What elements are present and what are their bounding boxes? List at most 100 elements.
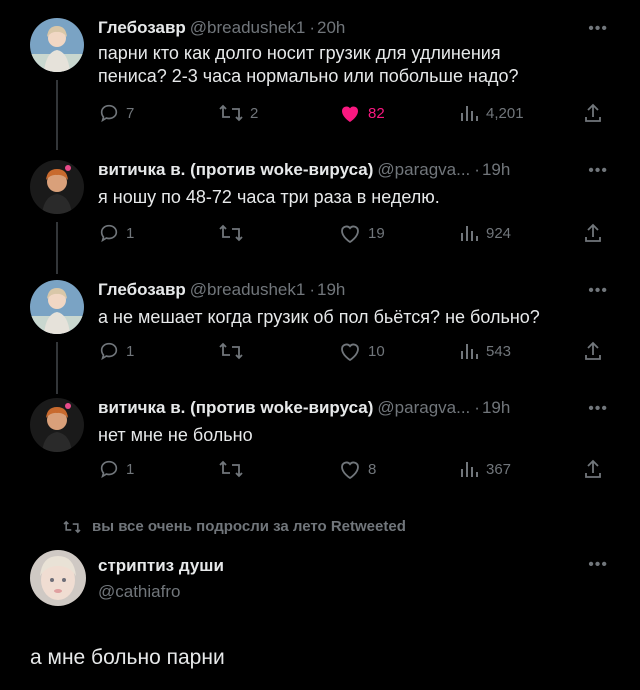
heart-icon: [341, 461, 359, 480]
retweeted-by-label[interactable]: вы все очень подросли за лето Retweeted: [62, 518, 406, 535]
more-dots-icon[interactable]: •••: [588, 556, 608, 574]
separator: ·: [309, 280, 316, 299]
display-name[interactable]: витичка в. (против woke-вируса): [98, 398, 373, 417]
like-button[interactable]: 82: [338, 102, 385, 124]
user-handle[interactable]: @paragva...: [377, 160, 470, 179]
avatar[interactable]: [30, 280, 84, 334]
thread-line: [56, 342, 58, 394]
view-count: 543: [486, 342, 512, 360]
user-handle[interactable]: @breadushek1: [190, 18, 306, 37]
display-name[interactable]: стриптиз души: [98, 556, 224, 575]
tweet-text: а не мешает когда грузик об пол бьётся? …: [98, 306, 540, 329]
action-bar: 1 8 367: [98, 458, 618, 482]
display-name[interactable]: Глебозавр: [98, 18, 186, 37]
more-dots-icon[interactable]: •••: [588, 162, 608, 180]
user-handle[interactable]: @breadushek1: [190, 280, 306, 299]
reply-button[interactable]: 7: [98, 102, 134, 124]
avatar-image-icon: [30, 160, 84, 214]
retweet-button[interactable]: 2: [218, 102, 258, 124]
views-button[interactable]: 543: [458, 340, 511, 362]
user-handle[interactable]: @paragva...: [377, 398, 470, 417]
retweet-icon: [219, 224, 243, 242]
like-count: 10: [368, 342, 385, 360]
share-icon: [585, 103, 601, 122]
thread-line: [56, 222, 58, 274]
share-button[interactable]: [582, 222, 610, 244]
timestamp[interactable]: 19h: [482, 398, 510, 417]
like-count: 82: [368, 104, 385, 122]
heart-icon: [341, 225, 359, 244]
more-dots-icon[interactable]: •••: [588, 400, 608, 418]
display-name[interactable]: витичка в. (против woke-вируса): [98, 160, 373, 179]
separator: ·: [474, 398, 480, 417]
heart-icon: [341, 343, 359, 362]
avatar[interactable]: [30, 160, 84, 214]
tweet-text: я ношу по 48-72 часа три раза в неделю.: [98, 186, 440, 209]
like-count: 8: [368, 460, 377, 478]
more-dots-icon[interactable]: •••: [588, 20, 608, 38]
views-button[interactable]: 4,201: [458, 102, 524, 124]
separator: ·: [474, 160, 480, 179]
share-icon: [585, 223, 601, 242]
retweet-button[interactable]: [218, 458, 250, 480]
avatar[interactable]: [30, 18, 84, 72]
tweet-text-line: я ношу по 48-72 часа три раза в неделю.: [98, 187, 440, 207]
views-button[interactable]: 367: [458, 458, 511, 480]
reply-button[interactable]: 1: [98, 222, 134, 244]
reply-icon: [100, 342, 118, 361]
reply-icon: [100, 224, 118, 243]
reply-count: 1: [126, 342, 135, 360]
retweet-button[interactable]: [218, 340, 250, 362]
more-dots-icon[interactable]: •••: [588, 282, 608, 300]
tweet-text-line: пениса? 2-3 часа нормально или побольше …: [98, 66, 519, 86]
tweet-header: Глебозавр @breadushek1 · 19h: [98, 280, 345, 300]
like-count: 19: [368, 224, 385, 242]
tweet-header: стриптиз души: [98, 556, 224, 576]
share-button[interactable]: [582, 340, 610, 362]
analytics-icon: [461, 462, 478, 477]
analytics-icon: [461, 106, 478, 121]
view-count: 924: [486, 224, 512, 242]
reply-count: 1: [126, 224, 135, 242]
heart-filled-icon: [342, 106, 358, 122]
like-button[interactable]: 10: [338, 340, 385, 362]
like-button[interactable]: 8: [338, 458, 376, 480]
tweet-header: витичка в. (против woke-вируса) @paragva.…: [98, 398, 510, 418]
user-handle-text: @cathiafro: [98, 582, 181, 601]
action-bar: 1 10 543: [98, 340, 618, 364]
avatar[interactable]: [30, 398, 84, 452]
avatar-image-icon: [30, 280, 84, 334]
analytics-icon: [461, 344, 478, 359]
action-bar: 1 19 924: [98, 222, 618, 246]
share-button[interactable]: [582, 458, 610, 480]
avatar[interactable]: [30, 550, 86, 606]
retweeted-by-text: вы все очень подросли за лето Retweeted: [92, 518, 406, 535]
tweet-header: Глебозавр @breadushek1 · 20h: [98, 18, 345, 38]
timestamp[interactable]: 19h: [482, 160, 510, 179]
avatar-image-icon: [30, 18, 84, 72]
reply-icon: [100, 104, 118, 123]
thread-line: [56, 80, 58, 150]
retweet-icon: [219, 342, 243, 360]
display-name[interactable]: Глебозавр: [98, 280, 186, 299]
share-button[interactable]: [582, 102, 610, 124]
retweet-icon: [219, 104, 243, 122]
view-count: 4,201: [486, 104, 524, 122]
reply-count: 7: [126, 104, 135, 122]
view-count: 367: [486, 460, 512, 478]
timestamp[interactable]: 19h: [317, 280, 345, 299]
tweet-header: витичка в. (против woke-вируса) @paragva.…: [98, 160, 510, 180]
analytics-icon: [461, 226, 478, 241]
reply-button[interactable]: 1: [98, 458, 134, 480]
separator: ·: [309, 18, 316, 37]
reply-button[interactable]: 1: [98, 340, 134, 362]
avatar-image-icon: [30, 398, 84, 452]
action-bar: 7 2 82 4,201: [98, 102, 618, 126]
like-button[interactable]: 19: [338, 222, 385, 244]
tweet-text: парни кто как долго носит грузик для удл…: [98, 42, 518, 88]
retweet-button[interactable]: [218, 222, 250, 244]
views-button[interactable]: 924: [458, 222, 511, 244]
timestamp[interactable]: 20h: [317, 18, 345, 37]
user-handle[interactable]: @cathiafro: [98, 580, 180, 603]
share-icon: [585, 459, 601, 478]
